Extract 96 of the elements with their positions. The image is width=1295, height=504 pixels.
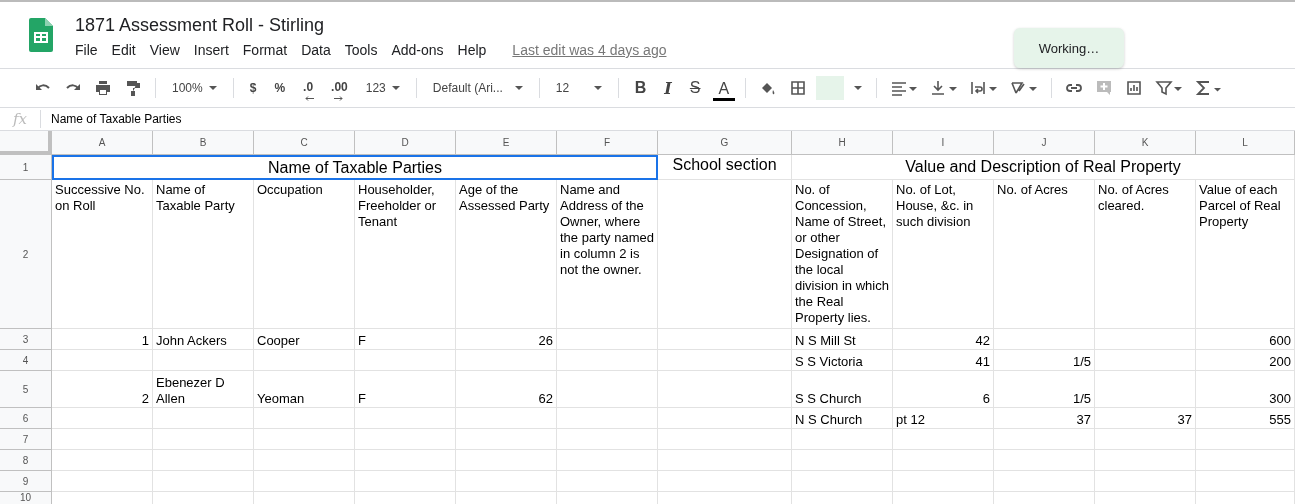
table-cell: N S Church bbox=[792, 408, 893, 429]
menu-item[interactable]: Add-ons bbox=[384, 42, 451, 58]
caret-icon bbox=[208, 86, 217, 90]
text-color-button[interactable]: A bbox=[712, 75, 736, 101]
table-cell: 555 bbox=[1196, 408, 1295, 429]
column-header[interactable]: B bbox=[153, 131, 254, 155]
table-cell: 600 bbox=[1196, 329, 1295, 350]
row-header[interactable]: 7 bbox=[0, 429, 52, 450]
table-cell: 26 bbox=[456, 329, 557, 350]
currency-format-button[interactable]: $ bbox=[243, 77, 263, 99]
spreadsheet-logo-icon[interactable] bbox=[29, 18, 53, 52]
percent-format-button[interactable]: % bbox=[268, 77, 292, 99]
table-cell: S S Victoria bbox=[792, 350, 893, 371]
table-cell: 2 bbox=[52, 371, 153, 408]
document-title[interactable]: 1871 Assessment Roll - Stirling bbox=[75, 15, 667, 36]
row-header[interactable]: 1 bbox=[0, 155, 52, 180]
decrease-decimal-button[interactable]: .0 bbox=[297, 75, 320, 101]
table-cell: No. of Concession, Name of Street, or other Designation of the local division in which the Real Property lies. bbox=[792, 180, 893, 329]
row-header[interactable]: 6 bbox=[0, 408, 52, 429]
table-cell: F bbox=[355, 371, 456, 408]
table-cell: Occupation bbox=[254, 180, 355, 329]
column-header[interactable]: F bbox=[557, 131, 658, 155]
table-cell: F bbox=[355, 329, 456, 350]
last-edit-link[interactable]: Last edit was 4 days ago bbox=[512, 42, 667, 58]
table-cell: 1/5 bbox=[994, 371, 1095, 408]
table-cell: Yeoman bbox=[254, 371, 355, 408]
table-cell: Name of Taxable Parties bbox=[52, 155, 658, 180]
table-cell: Value of each Parcel of Real Property bbox=[1196, 180, 1295, 329]
row-header[interactable]: 10 bbox=[0, 492, 52, 504]
column-header[interactable]: K bbox=[1095, 131, 1196, 155]
italic-button[interactable]: I bbox=[658, 74, 678, 102]
menu-item[interactable]: View bbox=[142, 42, 187, 58]
caret-icon bbox=[514, 86, 523, 90]
font-dropdown[interactable]: Default (Ari... bbox=[426, 77, 529, 99]
table-cell: No. of Acres cleared. bbox=[1095, 180, 1196, 329]
table-cell: John Ackers bbox=[153, 329, 254, 350]
row-header[interactable]: 3 bbox=[0, 329, 52, 350]
table-cell: N S Mill St bbox=[792, 329, 893, 350]
table-cell: 200 bbox=[1196, 350, 1295, 371]
table-cell: Name and Address of the Owner, where the party named in column 2 is not the owner. bbox=[557, 180, 658, 329]
table-cell: No. of Lot, House, &c. in such division bbox=[893, 180, 994, 329]
table-cell: 37 bbox=[994, 408, 1095, 429]
row-header[interactable]: 5 bbox=[0, 371, 52, 408]
formula-label: fx bbox=[0, 110, 41, 128]
table-cell: School section bbox=[658, 155, 792, 180]
table-cell: 41 bbox=[893, 350, 994, 371]
table-cell: 1 bbox=[52, 329, 153, 350]
bold-button[interactable]: B bbox=[628, 75, 653, 101]
column-header[interactable]: E bbox=[456, 131, 557, 155]
strikethrough-button[interactable]: S bbox=[683, 75, 707, 101]
more-formats-dropdown[interactable]: 123 bbox=[359, 77, 406, 99]
working-toast: Working… bbox=[1014, 28, 1124, 68]
formula-input[interactable]: Name of Taxable Parties bbox=[51, 112, 182, 126]
column-header[interactable]: J bbox=[994, 131, 1095, 155]
menu-item[interactable]: Format bbox=[235, 42, 295, 58]
table-cell: pt 12 bbox=[893, 408, 994, 429]
table-cell: Cooper bbox=[254, 329, 355, 350]
menu-item[interactable]: Tools bbox=[337, 42, 385, 58]
menu-item[interactable]: Help bbox=[450, 42, 494, 58]
table-cell: 1/5 bbox=[994, 350, 1095, 371]
row-header[interactable]: 4 bbox=[0, 350, 52, 371]
left-arrow-icon bbox=[305, 95, 316, 101]
table-cell: Householder, Freeholder or Tenant bbox=[355, 180, 456, 329]
column-header[interactable]: G bbox=[658, 131, 792, 155]
menu-item[interactable]: Data bbox=[294, 42, 338, 58]
increase-decimal-button[interactable]: .00 bbox=[325, 75, 354, 101]
table-cell: Ebenezer D Allen bbox=[153, 371, 254, 408]
table-cell: S S Church bbox=[792, 371, 893, 408]
table-cell: Name of Taxable Party bbox=[153, 180, 254, 329]
column-header[interactable]: A bbox=[52, 131, 153, 155]
table-cell: No. of Acres bbox=[994, 180, 1095, 329]
menu-item[interactable]: Edit bbox=[104, 42, 143, 58]
table-cell: 37 bbox=[1095, 408, 1196, 429]
table-cell: Successive No. on Roll bbox=[52, 180, 153, 329]
column-header[interactable]: I bbox=[893, 131, 994, 155]
table-cell: 6 bbox=[893, 371, 994, 408]
column-header[interactable]: D bbox=[355, 131, 456, 155]
column-header[interactable]: C bbox=[254, 131, 355, 155]
table-cell: Age of the Assessed Party bbox=[456, 180, 557, 329]
table-cell: 62 bbox=[456, 371, 557, 408]
row-header[interactable]: 8 bbox=[0, 450, 52, 471]
table-cell: 42 bbox=[893, 329, 994, 350]
menu-item[interactable]: Insert bbox=[186, 42, 236, 58]
caret-icon bbox=[391, 86, 400, 90]
merge-cells-button[interactable] bbox=[816, 76, 845, 100]
row-header[interactable]: 2 bbox=[0, 180, 52, 329]
zoom-dropdown[interactable]: 100% bbox=[166, 77, 223, 99]
column-header[interactable]: H bbox=[792, 131, 893, 155]
row-header[interactable]: 9 bbox=[0, 471, 52, 492]
right-arrow-icon bbox=[333, 95, 344, 101]
caret-icon bbox=[593, 86, 602, 90]
table-cell: Value and Description of Real Property bbox=[792, 155, 1295, 180]
table-cell: 300 bbox=[1196, 371, 1295, 408]
column-header[interactable]: L bbox=[1196, 131, 1295, 155]
font-size-dropdown[interactable]: 12 bbox=[549, 77, 608, 99]
menu-item[interactable]: File bbox=[68, 42, 105, 58]
